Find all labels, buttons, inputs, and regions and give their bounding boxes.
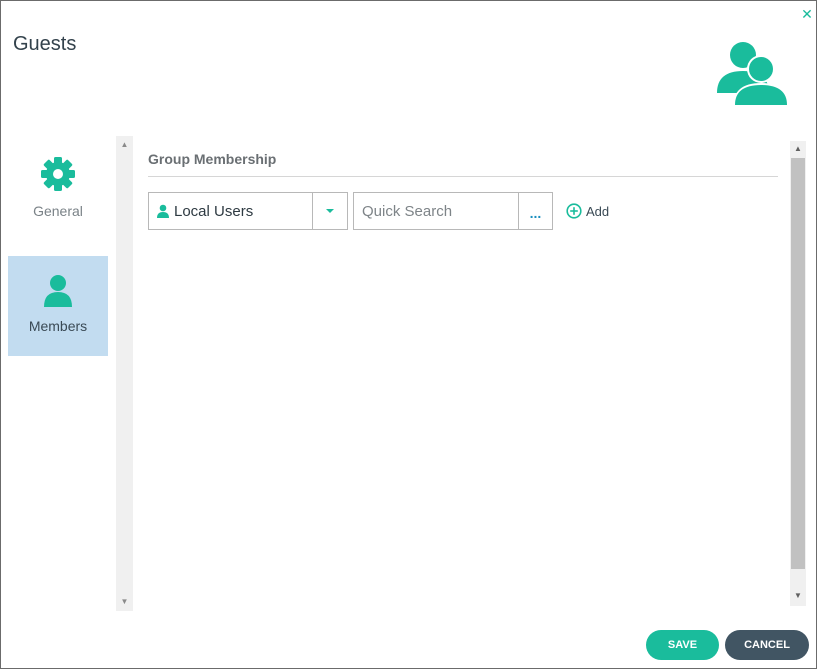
- more-options-button[interactable]: ...: [519, 193, 552, 229]
- nav-item-members[interactable]: Members: [8, 256, 108, 356]
- guests-dialog: ✕ Guests General Members ▲ ▼ Group Membe…: [0, 0, 817, 669]
- nav-label-members: Members: [28, 318, 88, 334]
- section-title: Group Membership: [148, 151, 277, 167]
- scroll-up-icon[interactable]: ▲: [116, 138, 133, 152]
- gear-icon: [41, 157, 75, 191]
- scroll-up-icon[interactable]: ▲: [790, 142, 806, 156]
- dialog-title: Guests: [13, 33, 77, 55]
- scrollbar-thumb[interactable]: [791, 158, 805, 569]
- plus-circle-icon: [566, 203, 582, 219]
- vertical-scrollbar[interactable]: ▲ ▼: [790, 141, 806, 606]
- user-icon: [157, 204, 169, 218]
- scroll-down-icon[interactable]: ▼: [116, 595, 133, 609]
- nav-label-general: General: [33, 203, 83, 219]
- add-label: Add: [586, 204, 610, 219]
- users-group-icon: [717, 42, 789, 107]
- divider: [148, 176, 778, 177]
- save-button[interactable]: SAVE: [646, 630, 719, 660]
- quick-search-input[interactable]: [354, 193, 514, 229]
- scroll-down-icon[interactable]: ▼: [790, 589, 806, 603]
- user-source-value: Local Users: [174, 203, 254, 220]
- close-icon[interactable]: ✕: [801, 7, 813, 21]
- nav-item-general[interactable]: General: [8, 141, 108, 241]
- quick-search-box: ...: [353, 192, 553, 230]
- user-source-select[interactable]: Local Users: [148, 192, 348, 230]
- cancel-button[interactable]: CANCEL: [725, 630, 809, 660]
- chevron-down-icon[interactable]: [313, 193, 347, 229]
- user-icon: [44, 275, 72, 307]
- left-scrollbar[interactable]: ▲ ▼: [116, 136, 133, 611]
